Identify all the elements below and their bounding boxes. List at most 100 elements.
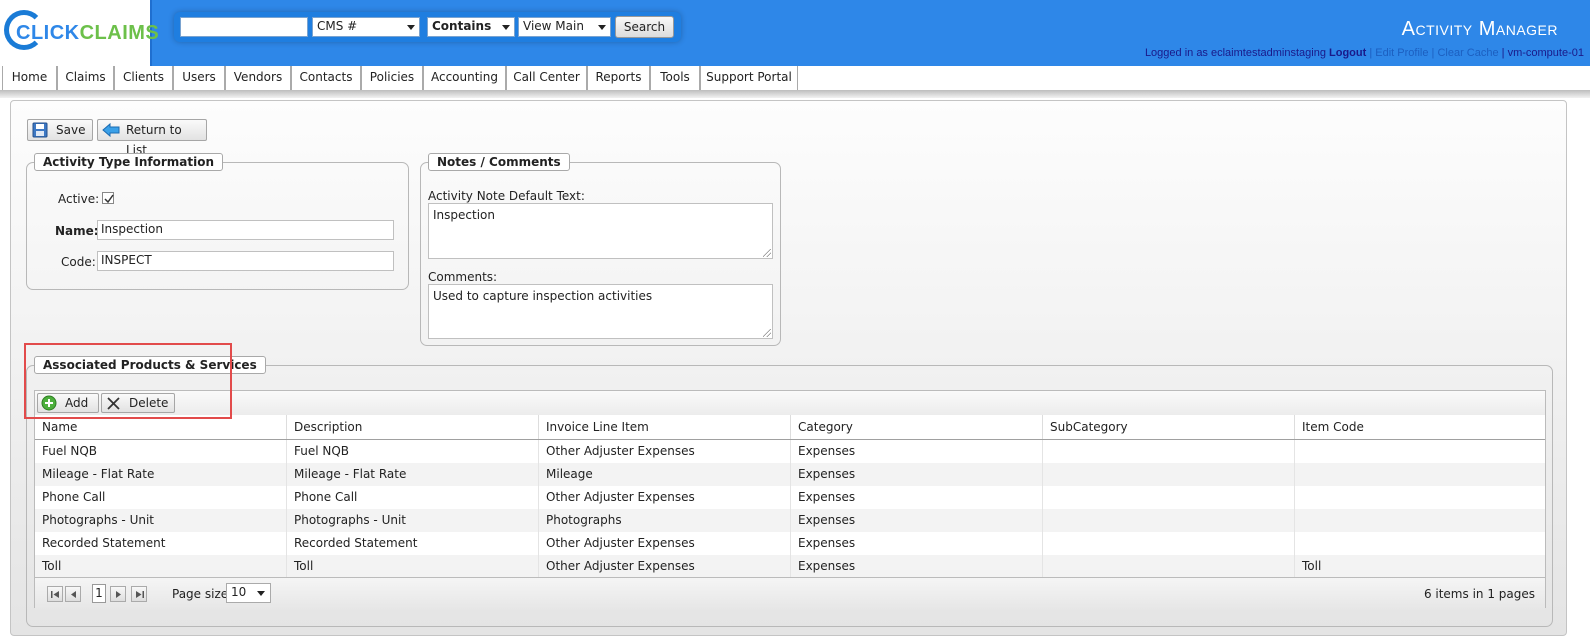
table-cell-subcategory bbox=[1043, 463, 1295, 486]
column-header-subcategory[interactable]: SubCategory bbox=[1043, 415, 1295, 439]
save-button-label: Save bbox=[56, 123, 86, 137]
active-label: Active: bbox=[58, 192, 100, 206]
nav-item-contacts[interactable]: Contacts bbox=[291, 66, 361, 90]
column-header-category[interactable]: Category bbox=[791, 415, 1043, 439]
table-cell-subcategory bbox=[1043, 440, 1295, 463]
table-row[interactable]: Toll Toll Other Adjuster Expenses Expenses T… bbox=[35, 555, 1545, 578]
search-field-select-value: CMS # bbox=[317, 19, 358, 33]
table-cell-item-code bbox=[1295, 486, 1545, 509]
resize-grip-icon[interactable] bbox=[763, 329, 771, 337]
match-type-select[interactable]: Contains bbox=[427, 17, 515, 37]
checkmark-icon bbox=[104, 194, 114, 204]
floppy-disk-icon bbox=[32, 122, 48, 138]
edit-profile-link[interactable]: Edit Profile bbox=[1375, 47, 1428, 59]
comments-textarea[interactable]: Used to capture inspection activities bbox=[428, 284, 773, 339]
username: eclaimtestadminstaging bbox=[1211, 47, 1326, 59]
table-cell-subcategory bbox=[1043, 509, 1295, 532]
nav-item-support-portal[interactable]: Support Portal bbox=[700, 66, 798, 90]
code-label: Code: bbox=[61, 255, 96, 269]
table-cell-name: Phone Call bbox=[35, 486, 287, 509]
next-page-icon bbox=[116, 591, 121, 598]
table-cell-category: Expenses bbox=[791, 555, 1043, 578]
server-name: vm-compute-01 bbox=[1507, 47, 1584, 59]
table-row[interactable]: Recorded Statement Recorded Statement Othe… bbox=[35, 532, 1545, 555]
table-cell-category: Expenses bbox=[791, 463, 1043, 486]
table-cell-subcategory bbox=[1043, 555, 1295, 578]
search-input[interactable] bbox=[180, 17, 308, 37]
table-row[interactable]: Fuel NQB Fuel NQB Other Adjuster Expenses E… bbox=[35, 440, 1545, 463]
arrow-left-icon bbox=[102, 122, 120, 138]
nav-item-policies[interactable]: Policies bbox=[361, 66, 423, 90]
table-row[interactable]: Mileage - Flat Rate Mileage - Flat Rate Mi… bbox=[35, 463, 1545, 486]
view-select-value: View Main bbox=[523, 19, 584, 33]
first-page-button[interactable] bbox=[47, 586, 63, 602]
table-cell-name: Photographs - Unit bbox=[35, 509, 287, 532]
search-button[interactable]: Search bbox=[615, 16, 674, 38]
table-cell-category: Expenses bbox=[791, 509, 1043, 532]
current-page-number[interactable]: 1 bbox=[92, 584, 106, 603]
table-cell-invoice-line-item: Other Adjuster Expenses bbox=[539, 532, 791, 555]
previous-page-button[interactable] bbox=[65, 586, 81, 602]
table-cell-subcategory bbox=[1043, 486, 1295, 509]
return-to-list-button[interactable]: Return to List bbox=[97, 119, 207, 157]
nav-item-home[interactable]: Home bbox=[2, 66, 57, 90]
logo-text-click: CLICK bbox=[16, 22, 80, 44]
page-size-select[interactable]: 10 bbox=[226, 583, 271, 603]
activity-type-legend: Activity Type Information bbox=[34, 153, 224, 171]
table-cell-description: Recorded Statement bbox=[287, 532, 539, 555]
table-cell-name: Fuel NQB bbox=[35, 440, 287, 463]
table-cell-category: Expenses bbox=[791, 440, 1043, 463]
activity-note-default-label: Activity Note Default Text: bbox=[428, 189, 585, 203]
table-cell-name: Mileage - Flat Rate bbox=[35, 463, 287, 486]
active-checkbox[interactable] bbox=[102, 192, 114, 204]
nav-item-claims[interactable]: Claims bbox=[57, 66, 114, 90]
grid-toolbar: Add Delete bbox=[35, 391, 1545, 416]
view-select[interactable]: View Main bbox=[518, 17, 611, 37]
next-page-button[interactable] bbox=[110, 586, 126, 602]
highlight-annotation bbox=[24, 343, 232, 419]
search-field-select[interactable]: CMS # bbox=[312, 17, 420, 37]
table-cell-item-code bbox=[1295, 440, 1545, 463]
column-header-item-code[interactable]: Item Code bbox=[1295, 415, 1545, 439]
table-cell-description: Toll bbox=[287, 555, 539, 578]
nav-item-tools[interactable]: Tools bbox=[650, 66, 700, 90]
page-size-label: Page size: bbox=[172, 587, 233, 601]
table-cell-subcategory bbox=[1043, 532, 1295, 555]
nav-item-vendors[interactable]: Vendors bbox=[225, 66, 291, 90]
column-header-invoice-line-item[interactable]: Invoice Line Item bbox=[539, 415, 791, 439]
column-header-description[interactable]: Description bbox=[287, 415, 539, 439]
grid-header: Name Description Invoice Line Item Categ… bbox=[35, 415, 1545, 440]
table-cell-name: Toll bbox=[35, 555, 287, 578]
activity-note-default-textarea[interactable]: Inspection bbox=[428, 203, 773, 259]
chevron-down-icon bbox=[257, 591, 265, 596]
clear-cache-link[interactable]: Clear Cache bbox=[1437, 47, 1498, 59]
logout-link[interactable]: Logout bbox=[1329, 47, 1366, 59]
logo[interactable]: CLICKCLAIMS bbox=[0, 0, 159, 66]
table-cell-description: Mileage - Flat Rate bbox=[287, 463, 539, 486]
chevron-down-icon bbox=[502, 25, 510, 30]
table-cell-description: Fuel NQB bbox=[287, 440, 539, 463]
nav-item-clients[interactable]: Clients bbox=[114, 66, 173, 90]
name-input[interactable]: Inspection bbox=[97, 220, 394, 240]
chevron-down-icon bbox=[598, 25, 606, 30]
table-row[interactable]: Phone Call Phone Call Other Adjuster Expen… bbox=[35, 486, 1545, 509]
table-cell-item-code bbox=[1295, 509, 1545, 532]
first-page-icon bbox=[51, 591, 59, 598]
save-button[interactable]: Save bbox=[27, 119, 93, 141]
nav-item-accounting[interactable]: Accounting bbox=[423, 66, 506, 90]
nav-item-reports[interactable]: Reports bbox=[587, 66, 650, 90]
notes-legend: Notes / Comments bbox=[428, 153, 570, 171]
resize-grip-icon[interactable] bbox=[763, 249, 771, 257]
nav-item-call-center[interactable]: Call Center bbox=[506, 66, 587, 90]
table-row[interactable]: Photographs - Unit Photographs - Unit Phot… bbox=[35, 509, 1545, 532]
header-bar: CLICKCLAIMS CMS # Contains View Main Sea… bbox=[0, 0, 1590, 66]
main-nav: Home Claims Clients Users Vendors Contac… bbox=[0, 66, 1590, 91]
nav-item-users[interactable]: Users bbox=[173, 66, 225, 90]
code-input[interactable]: INSPECT bbox=[97, 251, 394, 271]
table-cell-name: Recorded Statement bbox=[35, 532, 287, 555]
last-page-button[interactable] bbox=[131, 586, 147, 602]
table-cell-invoice-line-item: Other Adjuster Expenses bbox=[539, 555, 791, 578]
logged-in-prefix: Logged in as bbox=[1144, 47, 1208, 59]
products-grid: Add Delete Name Description Invoice Line… bbox=[34, 390, 1546, 610]
table-cell-description: Photographs - Unit bbox=[287, 509, 539, 532]
